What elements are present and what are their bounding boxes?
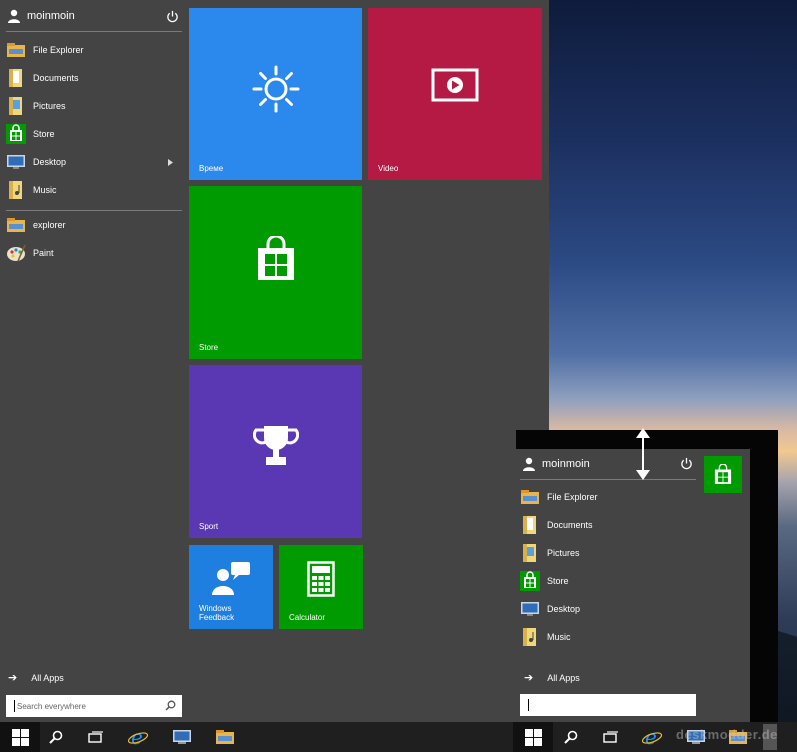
tile-label: Video [378, 164, 399, 173]
start-menu-small: moinmoin File Explorer Documents Picture… [516, 449, 750, 722]
taskbar-ie-button[interactable]: e [118, 722, 158, 752]
svg-text:e: e [645, 727, 657, 747]
tile-calculator[interactable]: Calculator [279, 545, 363, 629]
user-divider [520, 479, 696, 480]
start-menu-large: moinmoin File Explorer Documents Picture… [0, 0, 549, 722]
start-button[interactable] [0, 722, 40, 752]
app-item-documents[interactable]: Documents [520, 511, 696, 539]
app-item-music[interactable]: Music [520, 623, 696, 651]
calculator-icon [307, 561, 335, 597]
music-folder-icon [523, 628, 536, 646]
resize-arrow-icon[interactable] [634, 428, 652, 480]
trophy-icon [253, 426, 299, 465]
tile-label: Calculator [289, 613, 326, 622]
app-item-store[interactable]: Store [6, 120, 182, 148]
search-icon [564, 730, 578, 744]
search-input[interactable]: Search everywhere [6, 695, 182, 717]
all-apps-button[interactable]: ➔ All Apps [8, 671, 64, 684]
internet-explorer-icon: e [127, 727, 149, 747]
user-name: moinmoin [542, 458, 590, 470]
feedback-icon [212, 562, 250, 595]
explorer-icon [7, 218, 25, 232]
task-view-button[interactable] [76, 722, 116, 752]
sun-icon [252, 65, 300, 113]
tile-weather[interactable]: Време [189, 8, 362, 180]
documents-folder-icon [9, 69, 22, 87]
power-icon[interactable] [166, 10, 179, 23]
search-placeholder: Search everywhere [17, 701, 86, 711]
tile-store-small[interactable] [704, 456, 742, 493]
tile-label: Време [199, 164, 224, 173]
desktop-icon [521, 602, 539, 616]
pinned-divider [6, 210, 182, 211]
watermark: deskmodder.de [676, 727, 778, 742]
chevron-right-icon[interactable] [168, 159, 173, 166]
tile-windows-feedback[interactable]: Windows Feedback [189, 545, 273, 629]
app-item-desktop[interactable]: Desktop [520, 595, 696, 623]
tile-label: Windows Feedback [199, 604, 235, 622]
app-item-pictures[interactable]: Pictures [6, 92, 182, 120]
pictures-folder-icon [523, 544, 536, 562]
video-icon [431, 68, 479, 102]
arrow-right-icon: ➔ [524, 672, 534, 684]
power-icon[interactable] [680, 457, 693, 470]
app-item-desktop[interactable]: Desktop [6, 148, 182, 176]
windows-logo-icon [524, 728, 542, 746]
tile-label: Sport [199, 522, 219, 531]
user-account[interactable]: moinmoin [522, 457, 590, 471]
desktop-icon [7, 155, 25, 169]
windows-logo-icon [11, 728, 29, 746]
tile-sport[interactable]: Sport [189, 365, 362, 538]
svg-text:e: e [131, 727, 143, 747]
task-view-icon [88, 731, 103, 743]
app-item-file-explorer[interactable]: File Explorer [6, 36, 182, 64]
user-name: moinmoin [27, 10, 75, 22]
file-explorer-icon [521, 490, 539, 504]
app-item-explorer[interactable]: explorer [6, 211, 182, 239]
desktop-icon [173, 730, 191, 744]
tile-video[interactable]: Video [368, 8, 542, 180]
app-item-pictures[interactable]: Pictures [520, 539, 696, 567]
start-button[interactable] [513, 722, 553, 752]
app-list: File Explorer Documents Pictures Store D… [6, 36, 182, 267]
user-icon [523, 457, 535, 471]
taskbar-ie-button[interactable]: e [632, 722, 672, 752]
taskbar-search-button[interactable] [36, 722, 76, 752]
music-folder-icon [9, 181, 22, 199]
tile-store[interactable]: Store [189, 186, 362, 359]
taskbar-desktop-button[interactable] [162, 722, 202, 752]
internet-explorer-icon: e [641, 727, 663, 747]
file-explorer-icon [216, 730, 234, 744]
app-item-store[interactable]: Store [520, 567, 696, 595]
app-item-file-explorer[interactable]: File Explorer [520, 483, 696, 511]
search-input[interactable] [520, 694, 696, 716]
search-icon [49, 730, 63, 744]
store-icon [6, 124, 26, 144]
user-icon [8, 9, 20, 23]
tile-label: Store [199, 343, 219, 352]
all-apps-button[interactable]: ➔ All Apps [524, 671, 580, 684]
arrow-right-icon: ➔ [8, 672, 18, 684]
app-item-paint[interactable]: Paint [6, 239, 182, 267]
app-item-music[interactable]: Music [6, 176, 182, 204]
store-bag-icon [258, 236, 294, 280]
app-item-documents[interactable]: Documents [6, 64, 182, 92]
taskbar-file-explorer-button[interactable] [205, 722, 245, 752]
store-bag-icon [714, 464, 732, 484]
taskbar-search-button[interactable] [551, 722, 591, 752]
user-divider [6, 31, 182, 32]
store-icon [520, 571, 540, 591]
pictures-folder-icon [9, 97, 22, 115]
user-account[interactable]: moinmoin [7, 9, 75, 23]
task-view-icon [603, 731, 618, 743]
app-list: File Explorer Documents Pictures Store D… [520, 483, 696, 651]
documents-folder-icon [523, 516, 536, 534]
paint-icon [7, 244, 26, 262]
search-icon[interactable] [165, 700, 176, 711]
task-view-button[interactable] [591, 722, 631, 752]
file-explorer-icon [7, 43, 25, 57]
